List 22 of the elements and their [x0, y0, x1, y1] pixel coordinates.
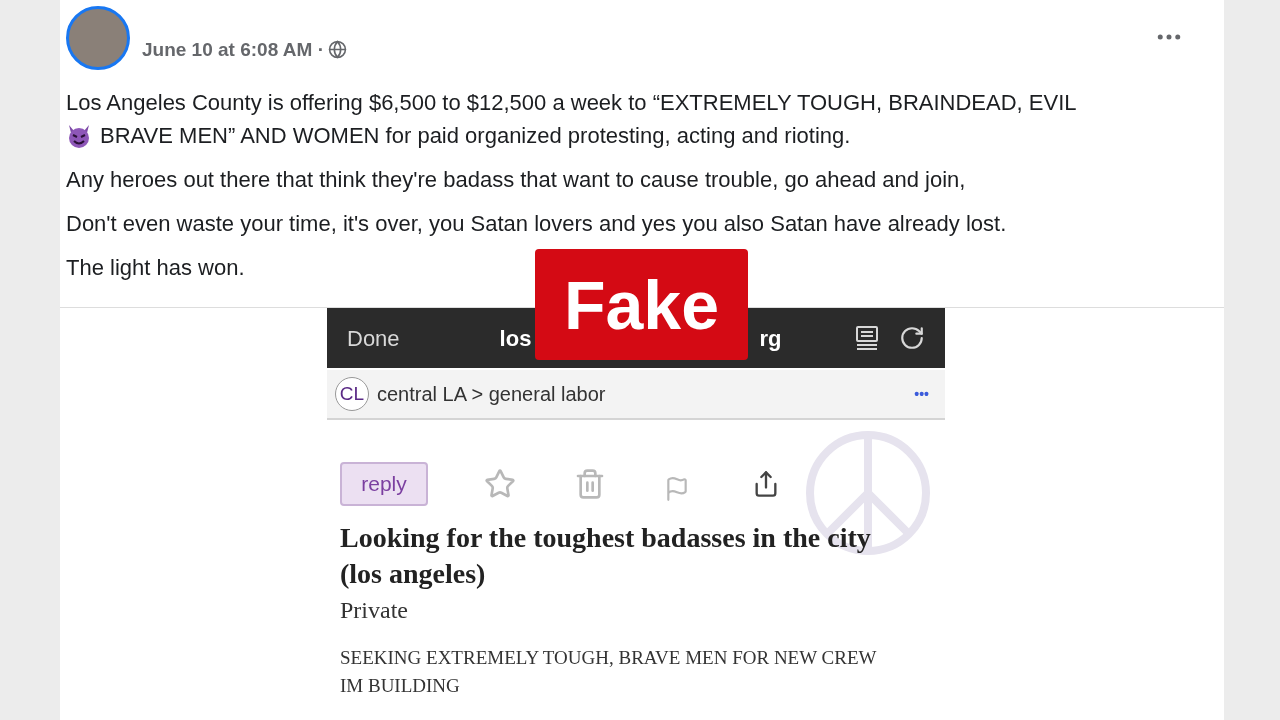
globe-icon [327, 40, 347, 60]
url-text: los [499, 324, 532, 353]
post-text: Los Angeles County is offering $6,500 to $12,500 a week to “EXTREMELY TOUGH, BRAINDEAD, EVIL [66, 89, 1078, 117]
fake-label: Fake [535, 249, 748, 360]
breadcrumb-text[interactable]: central LA > general labor [377, 379, 606, 409]
reply-button[interactable]: reply [340, 462, 428, 506]
post-timestamp: June 10 at 6:08 AM · [142, 37, 324, 62]
site-badge: CL [335, 377, 369, 411]
posting-subtitle: Private [340, 596, 409, 625]
more-menu[interactable]: ••• [914, 383, 929, 405]
avatar [66, 6, 130, 70]
url-text: rg [759, 324, 782, 353]
post-text: BRAVE MEN” AND WOMEN for paid organized protesting, acting and rioting. [100, 122, 851, 150]
posting-title: Looking for the toughest badasses in the city (los angeles) [340, 521, 872, 591]
lines-icon[interactable] [855, 325, 879, 351]
post-text: The light has won. [66, 254, 246, 282]
reload-icon[interactable] [899, 325, 925, 351]
post-text: Any heroes out there that think they're badass that want to cause trouble, go ahead and join, [66, 166, 967, 194]
done-link[interactable]: Done [347, 321, 400, 355]
star-icon[interactable] [484, 468, 516, 500]
post-text: Don't even waste your time, it's over, you Satan lovers and yes you also Satan have already lost. [66, 210, 1008, 238]
posting-body: SEEKING EXTREMELY TOUGH, BRAVE MEN FOR NEW CREW IM BUILDING [340, 646, 878, 698]
